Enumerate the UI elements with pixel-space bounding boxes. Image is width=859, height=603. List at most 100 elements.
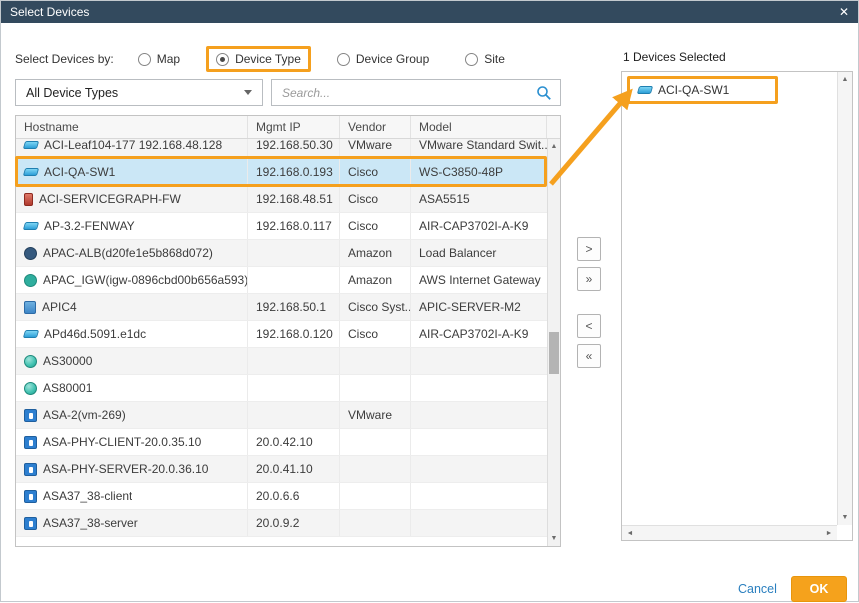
table-row[interactable]: APAC_IGW(igw-0896cbd00b656a593)AmazonAWS… [16,267,547,294]
table-row[interactable]: ASA-PHY-SERVER-20.0.36.1020.0.41.10 [16,456,547,483]
table-row[interactable]: ASA-2(vm-269) VMware [16,402,547,429]
scroll-left-icon[interactable]: ◄ [625,530,635,537]
asa-icon [24,463,37,476]
radio-label: Site [484,52,505,66]
radio-icon[interactable] [138,53,151,66]
radio-icon[interactable] [216,53,229,66]
mgmt-ip-cell: 192.168.48.51 [248,186,340,212]
vendor-cell [340,510,411,536]
model-cell: APIC-SERVER-M2 [411,294,547,320]
search-input[interactable] [280,85,536,101]
asa-icon [24,517,37,530]
column-header-spacer [547,116,560,138]
scroll-up-icon[interactable]: ▲ [838,76,852,83]
cancel-button[interactable]: Cancel [738,582,777,596]
radio-option-map[interactable]: Map [128,46,190,72]
asa-icon [24,409,37,422]
ok-button[interactable]: OK [791,576,847,602]
column-header: Mgmt IP [248,116,340,138]
switch-icon [23,222,39,230]
mgmt-ip-cell [248,348,340,374]
mgmt-ip-cell: 20.0.42.10 [248,429,340,455]
hostname-text: APAC-ALB(d20fe1e5b868d072) [43,246,213,260]
dialog-title: Select Devices [10,5,89,19]
table-row[interactable]: ACI-SERVICEGRAPH-FW192.168.48.51CiscoASA… [16,186,547,213]
hostname-cell: AS80001 [16,375,248,401]
column-header: Hostname [16,116,248,138]
vendor-cell: VMware [340,402,411,428]
scrollbar-thumb[interactable] [549,332,559,374]
model-cell [411,402,547,428]
radio-option-device-type[interactable]: Device Type [206,46,311,72]
move-left-button[interactable]: < [577,314,601,338]
column-header: Model [411,116,547,138]
panel-vertical-scrollbar[interactable]: ▲ ▼ [837,72,852,525]
selected-device-item[interactable]: ACI-QA-SW1 [627,76,778,104]
hostname-cell: APAC-ALB(d20fe1e5b868d072) [16,240,248,266]
hostname-cell: APAC_IGW(igw-0896cbd00b656a593) [16,267,248,293]
model-cell [411,510,547,536]
table-row[interactable]: ACI-Leaf104-177 192.168.48.128192.168.50… [16,139,547,159]
radio-option-site[interactable]: Site [455,46,515,72]
radio-label: Device Group [356,52,429,66]
switch-icon [23,330,39,338]
move-right-button[interactable]: > [577,237,601,261]
hostname-text: AP-3.2-FENWAY [44,219,135,233]
select-devices-dialog: Select Devices ✕ Select Devices by: MapD… [0,0,859,602]
table-row[interactable]: APAC-ALB(d20fe1e5b868d072)AmazonLoad Bal… [16,240,547,267]
device-type-dropdown[interactable]: All Device Types [15,79,263,106]
table-row[interactable]: APd46d.5091.e1dc192.168.0.120CiscoAIR-CA… [16,321,547,348]
vendor-cell: Cisco [340,213,411,239]
table-row[interactable]: ASA37_38-server20.0.9.2 [16,510,547,537]
vendor-cell [340,456,411,482]
hostname-cell: ASA-2(vm-269) [16,402,248,428]
table-row[interactable]: ASA37_38-client20.0.6.6 [16,483,547,510]
table-row[interactable]: AP-3.2-FENWAY192.168.0.117CiscoAIR-CAP37… [16,213,547,240]
vendor-cell: Amazon [340,240,411,266]
mgmt-ip-cell: 192.168.50.30 [248,139,340,158]
mgmt-ip-cell [248,402,340,428]
close-icon[interactable]: ✕ [839,6,849,18]
column-header: Vendor [340,116,411,138]
table-row[interactable]: ACI-QA-SW1192.168.0.193CiscoWS-C3850-48P [16,159,547,186]
firewall-icon [24,193,33,206]
table-row[interactable]: APIC4192.168.50.1Cisco Syst...APIC-SERVE… [16,294,547,321]
panel-horizontal-scrollbar[interactable]: ◄ ► [622,525,837,540]
selected-count-label: 1 Devices Selected [623,50,726,64]
table-header: HostnameMgmt IPVendorModel [16,116,560,139]
selected-device-label: ACI-QA-SW1 [658,83,729,97]
scroll-up-icon[interactable]: ▲ [548,143,560,150]
hostname-cell: ASA-PHY-CLIENT-20.0.35.10 [16,429,248,455]
mgmt-ip-cell: 192.168.0.193 [248,159,340,185]
scroll-down-icon[interactable]: ▼ [838,514,852,521]
move-all-left-button[interactable]: « [577,344,601,368]
model-cell: ASA5515 [411,186,547,212]
switch-icon [23,141,39,149]
table-vertical-scrollbar[interactable]: ▲ ▼ [547,139,560,546]
hostname-text: ASA-PHY-CLIENT-20.0.35.10 [43,435,201,449]
table-row[interactable]: AS80001 [16,375,547,402]
scroll-down-icon[interactable]: ▼ [548,535,560,542]
move-all-right-button[interactable]: » [577,267,601,291]
vendor-cell [340,429,411,455]
hostname-text: ACI-SERVICEGRAPH-FW [39,192,181,206]
scroll-right-icon[interactable]: ► [824,530,834,537]
filter-options: Map Device Type Device Group Site [128,46,531,72]
hostname-cell: ACI-Leaf104-177 192.168.48.128 [16,139,248,158]
radio-option-device-group[interactable]: Device Group [327,46,439,72]
vendor-cell [340,348,411,374]
model-cell [411,456,547,482]
hostname-text: ASA37_38-server [43,516,138,530]
radio-icon[interactable] [337,53,350,66]
hostname-text: APIC4 [42,300,77,314]
table-row[interactable]: ASA-PHY-CLIENT-20.0.35.10 20.0.42.10 [16,429,547,456]
hostname-text: APAC_IGW(igw-0896cbd00b656a593) [43,273,247,287]
hostname-text: ASA-2(vm-269) [43,408,126,422]
search-icon[interactable] [536,85,552,101]
radio-label: Device Type [235,52,301,66]
hostname-text: ASA37_38-client [43,489,132,503]
table-row[interactable]: AS30000 [16,348,547,375]
switch-icon [23,168,39,176]
hostname-cell: AS30000 [16,348,248,374]
radio-icon[interactable] [465,53,478,66]
